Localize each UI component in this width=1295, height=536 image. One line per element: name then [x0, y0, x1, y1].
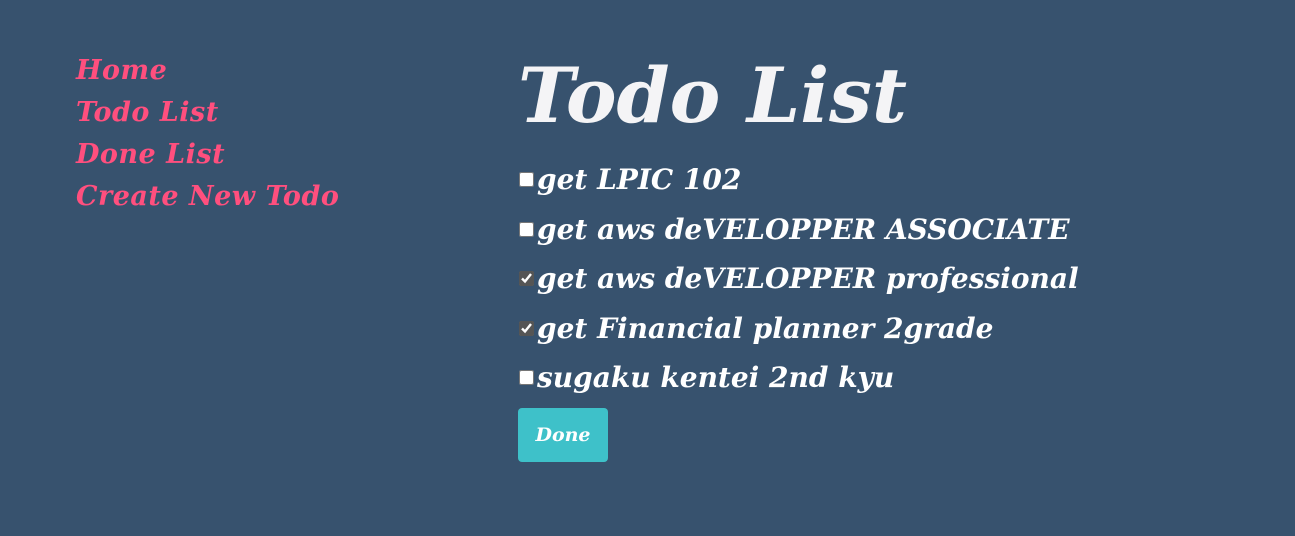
todo-label: get aws deVELOPPER ASSOCIATE	[537, 212, 1070, 246]
todo-item: get LPIC 102	[518, 155, 1079, 205]
nav-link-create-new-todo[interactable]: Create New Todo	[76, 181, 339, 212]
todo-checkbox[interactable]	[519, 221, 534, 237]
todo-list: get LPIC 102 get aws deVELOPPER ASSOCIAT…	[518, 155, 1079, 403]
todo-checkbox[interactable]	[519, 320, 534, 336]
nav-item-create-new-todo: Create New Todo	[76, 176, 339, 218]
sidebar-nav: Home Todo List Done List Create New Todo	[76, 50, 339, 218]
todo-item: get aws deVELOPPER ASSOCIATE	[518, 205, 1079, 255]
main-content: Todo List get LPIC 102 get aws deVELOPPE…	[518, 48, 1258, 462]
todo-label: sugaku kentei 2nd kyu	[537, 361, 895, 395]
nav-link-home[interactable]: Home	[76, 55, 167, 86]
todo-label: get Financial planner 2grade	[537, 311, 994, 345]
todo-checkbox[interactable]	[519, 370, 534, 386]
todo-item: get Financial planner 2grade	[518, 304, 1079, 354]
todo-item: sugaku kentei 2nd kyu	[518, 353, 1079, 403]
nav-link-todo-list[interactable]: Todo List	[76, 97, 219, 128]
done-button[interactable]: Done	[518, 408, 608, 462]
todo-label: get LPIC 102	[537, 163, 742, 197]
todo-checkbox[interactable]	[519, 172, 534, 188]
todo-checkbox[interactable]	[519, 271, 534, 287]
todo-item: get aws deVELOPPER professional	[518, 254, 1079, 304]
page-title: Todo List	[518, 51, 908, 140]
nav-link-done-list[interactable]: Done List	[76, 139, 225, 170]
todo-label: get aws deVELOPPER professional	[537, 262, 1079, 296]
nav-item-home: Home	[76, 50, 339, 92]
nav-item-done-list: Done List	[76, 134, 339, 176]
nav-item-todo-list: Todo List	[76, 92, 339, 134]
